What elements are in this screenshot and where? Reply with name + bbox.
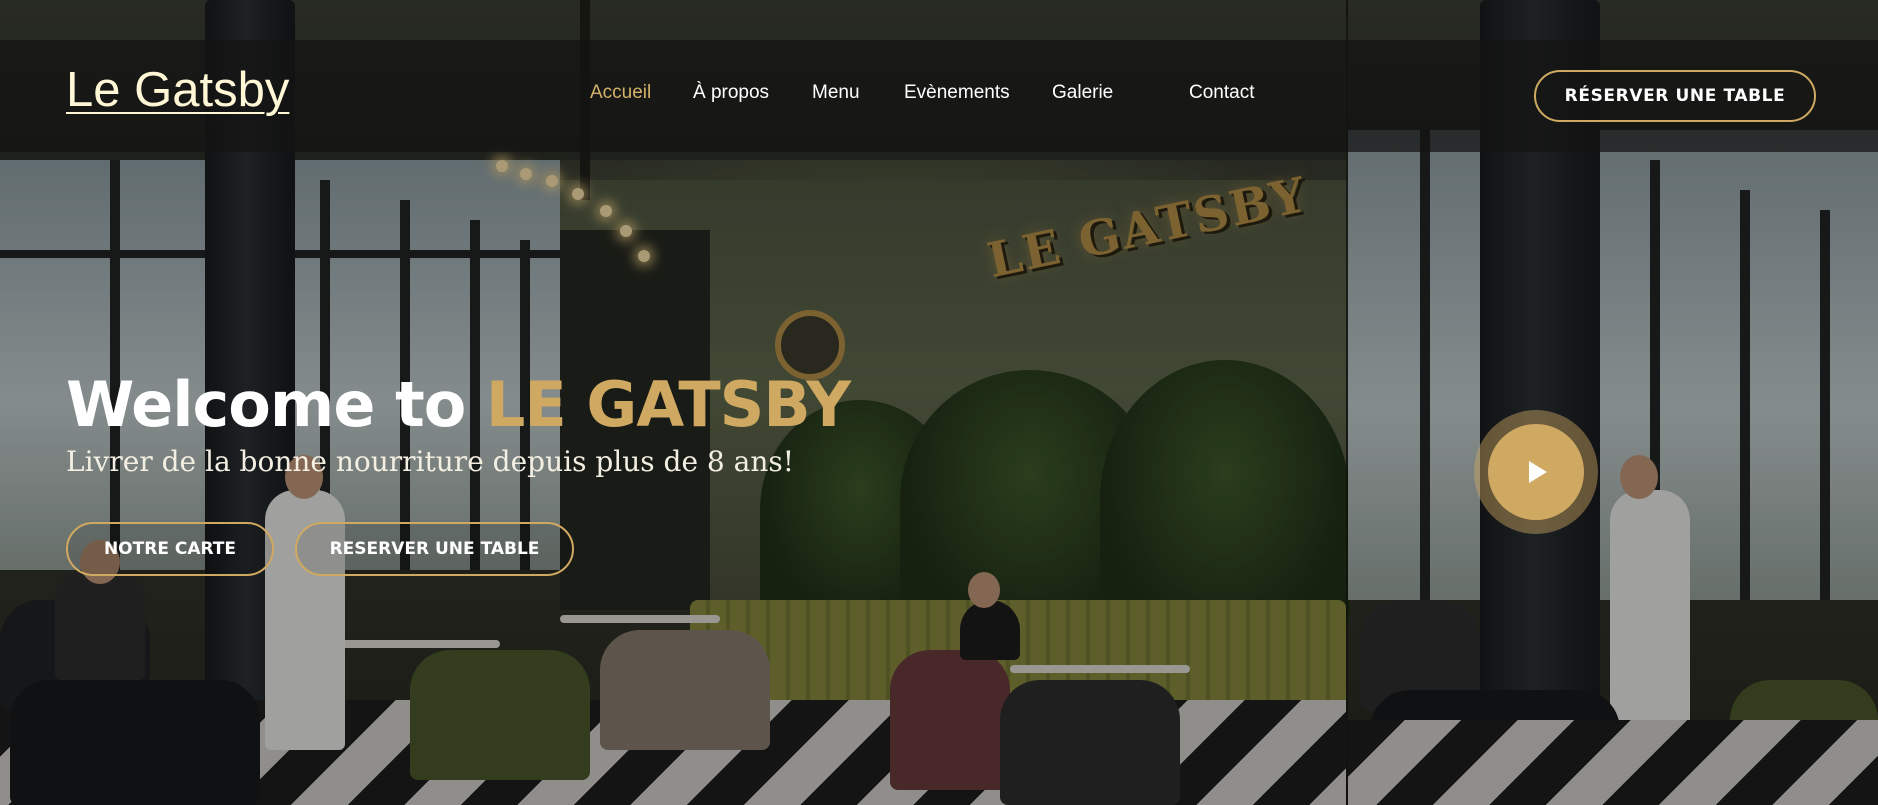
nav-item-menu[interactable]: Menu	[812, 82, 860, 104]
nav-item-accueil[interactable]: Accueil	[590, 82, 651, 104]
hero-title: Welcome to LE GATSBY	[66, 368, 851, 441]
site-header: Le Gatsby Accueil À propos Menu Evènemen…	[0, 40, 1878, 152]
nav-item-evenements[interactable]: Evènements	[904, 82, 1010, 104]
brand-logo-link[interactable]: Le Gatsby	[66, 62, 289, 118]
hero-subtitle: Livrer de la bonne nourriture depuis plu…	[66, 445, 794, 478]
hero-title-prefix: Welcome to	[66, 368, 466, 441]
reserve-table-hero-button[interactable]: RESERVER UNE TABLE	[295, 522, 574, 576]
hero-title-highlight: LE GATSBY	[485, 368, 851, 441]
play-button-core[interactable]	[1488, 424, 1584, 520]
nav-item-galerie[interactable]: Galerie	[1052, 82, 1113, 104]
play-icon	[1529, 461, 1547, 483]
nav-item-a-propos[interactable]: À propos	[693, 82, 769, 104]
nav-item-contact[interactable]: Contact	[1189, 82, 1254, 104]
reserve-table-header-button[interactable]: RÉSERVER UNE TABLE	[1534, 70, 1816, 122]
video-play-button[interactable]	[1474, 410, 1598, 534]
menu-button[interactable]: NOTRE CARTE	[66, 522, 274, 576]
